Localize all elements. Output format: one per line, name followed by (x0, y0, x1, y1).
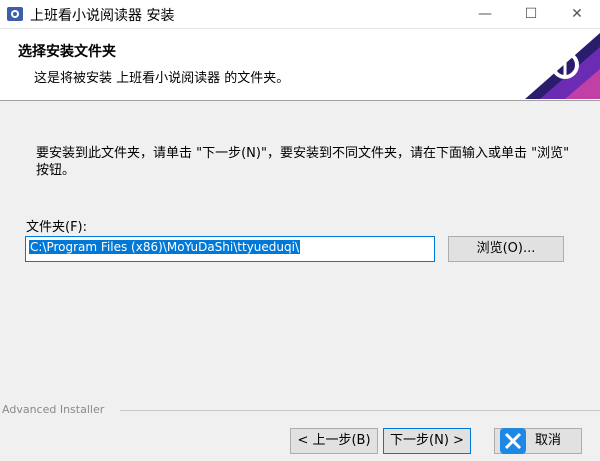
next-button[interactable]: 下一步(N) > (383, 428, 471, 454)
installer-brand: Advanced Installer (2, 403, 105, 416)
wizard-header: 选择安装文件夹 这是将被安装 上班看小说阅读器 的文件夹。 (0, 29, 600, 101)
minimize-button[interactable]: — (462, 0, 508, 28)
cancel-logo-icon (500, 428, 526, 454)
title-bar: 上班看小说阅读器 安装 — ☐ ✕ (0, 0, 600, 29)
page-subtitle: 这是将被安装 上班看小说阅读器 的文件夹。 (34, 71, 290, 86)
installer-logo-icon (525, 33, 600, 99)
close-button[interactable]: ✕ (554, 0, 600, 28)
footer-divider (120, 410, 600, 411)
page-title: 选择安装文件夹 (18, 44, 116, 60)
instruction-text: 要安装到此文件夹，请单击 "下一步(N)"，要安装到不同文件夹，请在下面输入或单… (36, 146, 570, 178)
window-title: 上班看小说阅读器 安装 (30, 8, 175, 24)
maximize-button[interactable]: ☐ (508, 0, 554, 28)
browse-button[interactable]: 浏览(O)... (448, 236, 564, 262)
folder-path-input[interactable]: C:\Program Files (x86)\MoYuDaShi\ttyuedu… (25, 236, 435, 262)
app-icon (7, 7, 23, 21)
folder-label: 文件夹(F): (26, 220, 88, 235)
folder-path-value: C:\Program Files (x86)\MoYuDaShi\ttyuedu… (29, 240, 300, 254)
back-button[interactable]: < 上一步(B) (290, 428, 378, 454)
